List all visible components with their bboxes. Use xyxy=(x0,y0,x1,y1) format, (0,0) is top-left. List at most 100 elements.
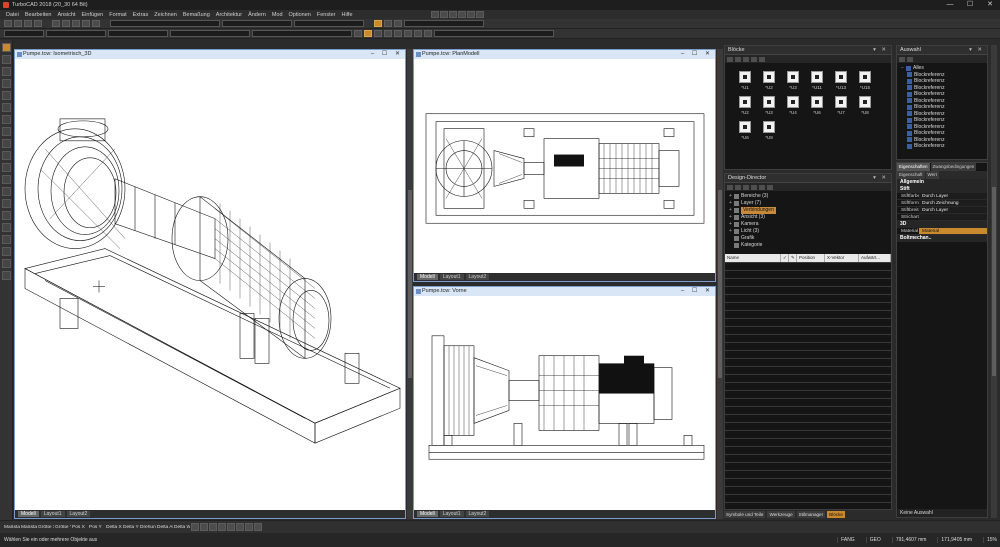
menu-aendern[interactable]: Ändern xyxy=(248,12,266,18)
pen-combo[interactable] xyxy=(222,20,292,27)
cylinder-tool-icon[interactable] xyxy=(1,187,11,196)
mirror-tool-icon[interactable] xyxy=(1,259,11,268)
box-tool-icon[interactable] xyxy=(1,163,11,172)
menu-architektur[interactable]: Architektur xyxy=(216,12,242,18)
viewport-plan[interactable]: Pumpe.tcw: PlanModell – ☐ ✕ Modell Layou… xyxy=(413,49,716,282)
prop-row[interactable]: Strichart xyxy=(897,214,987,221)
prop-value[interactable]: Durch Zeichnung xyxy=(919,200,987,206)
view-combo[interactable] xyxy=(434,30,554,37)
minimize-button[interactable]: — xyxy=(940,0,960,10)
select-tool-icon[interactable] xyxy=(431,11,439,18)
arc-tool-icon[interactable] xyxy=(1,91,11,100)
view-tool-icon[interactable] xyxy=(476,11,484,18)
light-icon[interactable] xyxy=(384,30,392,37)
block-thumbnail[interactable]: *U4 xyxy=(781,96,805,115)
undo-icon[interactable] xyxy=(82,20,90,27)
snap-icon[interactable] xyxy=(374,20,382,27)
drawing-canvas-isometric[interactable] xyxy=(15,59,405,510)
curve-tool-icon[interactable] xyxy=(1,103,11,112)
prop-row[interactable]: Stiftfarbe Durch Layer xyxy=(897,193,987,200)
coord-field[interactable]: Maßstab Y xyxy=(21,525,37,530)
coord-field[interactable]: Pos X xyxy=(72,525,88,530)
prop-value[interactable]: Durch Layer xyxy=(919,207,987,213)
block-thumbnail[interactable]: *U1 xyxy=(733,71,757,90)
orbit-tool-icon[interactable] xyxy=(458,11,466,18)
viewport-window-controls[interactable]: – ☐ ✕ xyxy=(371,50,403,59)
tree-item-kamera[interactable]: + Kamera xyxy=(729,221,887,228)
tab-modell[interactable]: Modell xyxy=(18,511,39,517)
tab-layout1[interactable]: Layout1 xyxy=(439,274,464,280)
grid-snap-icon[interactable] xyxy=(209,523,217,531)
menu-bemassung[interactable]: Bemaßung xyxy=(183,12,210,18)
width-combo[interactable] xyxy=(252,30,352,37)
menu-hilfe[interactable]: Hilfe xyxy=(342,12,353,18)
layer-combo[interactable] xyxy=(110,20,220,27)
block-thumbnail[interactable]: *U9 xyxy=(757,121,781,140)
menu-optionen[interactable]: Optionen xyxy=(289,12,311,18)
block-thumbnail[interactable]: *U11 xyxy=(805,71,829,90)
rotate-tool-icon[interactable] xyxy=(1,247,11,256)
tree-item-licht[interactable]: + Licht (3) xyxy=(729,228,887,235)
eye-icon[interactable] xyxy=(394,30,402,37)
coord-field[interactable]: Delta Abst xyxy=(157,525,173,530)
redo-icon[interactable] xyxy=(92,20,100,27)
panel-controls[interactable]: ▾ ✕ xyxy=(873,174,888,183)
print-icon[interactable] xyxy=(34,20,42,27)
column-header[interactable]: Aufwärt... xyxy=(859,254,891,262)
menu-bearbeiten[interactable]: Bearbeiten xyxy=(25,12,52,18)
prop-value[interactable]: Durch Layer xyxy=(919,193,987,199)
panel-controls[interactable]: ▾ ✕ xyxy=(873,46,888,55)
prop-group-allgemein[interactable]: Allgemein xyxy=(897,179,987,186)
block-thumbnail[interactable]: *U6 xyxy=(733,121,757,140)
coord-field[interactable]: Delta Winkel xyxy=(174,525,190,530)
prop-value[interactable]: Material xyxy=(919,228,987,234)
open-file-icon[interactable] xyxy=(14,20,22,27)
coord-field[interactable]: Größe Y xyxy=(55,525,71,530)
block-thumbnail[interactable]: *U6 xyxy=(805,96,829,115)
viewport-isometric[interactable]: Pumpe.tcw: Isometrisch_3D – ☐ ✕ Modell L… xyxy=(14,49,406,519)
close-button[interactable]: ✕ xyxy=(980,0,1000,10)
right-viewport-scrollbar[interactable] xyxy=(717,49,723,519)
viewport-front[interactable]: Pumpe.tcw: Vorne – ☐ ✕ Modell Layout1 La… xyxy=(413,286,716,519)
tab-layout2[interactable]: Layout2 xyxy=(465,274,490,280)
style-combo[interactable] xyxy=(4,30,44,37)
tree-item-grafik[interactable]: Grafik xyxy=(729,235,887,242)
filter-icon[interactable] xyxy=(899,56,905,62)
line-tool-icon[interactable] xyxy=(1,55,11,64)
prop-value[interactable] xyxy=(919,214,987,220)
prop-group-stift[interactable]: Stift xyxy=(897,186,987,193)
lock-icon[interactable] xyxy=(191,523,199,531)
coord-field[interactable]: Maßstab X xyxy=(4,525,20,530)
status-fang[interactable]: FANG xyxy=(837,537,858,543)
eye-icon[interactable] xyxy=(424,30,432,37)
block-thumbnail[interactable]: *U3 xyxy=(757,96,781,115)
snap-mode-icon[interactable] xyxy=(200,523,208,531)
linetype-combo[interactable] xyxy=(294,20,364,27)
menu-einfuegen[interactable]: Einfügen xyxy=(82,12,104,18)
tab-werkzeuge[interactable]: Werkzeuge xyxy=(767,511,795,518)
polyline-tool-icon[interactable] xyxy=(1,67,11,76)
coord-field[interactable]: Drehung xyxy=(140,525,156,530)
sphere-tool-icon[interactable] xyxy=(1,175,11,184)
table-body[interactable] xyxy=(725,262,891,509)
view-mode-icon[interactable] xyxy=(759,56,765,62)
delete-item-icon[interactable] xyxy=(735,184,741,190)
status-zoom[interactable]: 15% xyxy=(982,537,1000,543)
column-header[interactable]: Position xyxy=(797,254,825,262)
tab-bloecke[interactable]: Blöcke xyxy=(827,511,845,518)
tab-layout1[interactable]: Layout1 xyxy=(439,511,464,517)
pan-tool-icon[interactable] xyxy=(440,11,448,18)
font-combo[interactable] xyxy=(46,30,106,37)
column-header[interactable]: X-Vektor xyxy=(825,254,859,262)
drawing-canvas-front[interactable] xyxy=(414,296,715,510)
menu-format[interactable]: Format xyxy=(109,12,126,18)
menu-zeichnen[interactable]: Zeichnen xyxy=(154,12,177,18)
settings-icon[interactable] xyxy=(907,56,913,62)
prop-group-boltmechan[interactable]: Boltmechan.. xyxy=(897,235,987,242)
tree-item-kategorie[interactable]: Kategorie xyxy=(729,242,887,249)
prop-row[interactable]: Material Material xyxy=(897,228,987,235)
color-combo[interactable] xyxy=(170,30,250,37)
measure-tool-icon[interactable] xyxy=(1,271,11,280)
tree-item-verbindungen[interactable]: + Verbindungen xyxy=(729,207,887,214)
block-thumbnail[interactable]: *U13 xyxy=(829,71,853,90)
